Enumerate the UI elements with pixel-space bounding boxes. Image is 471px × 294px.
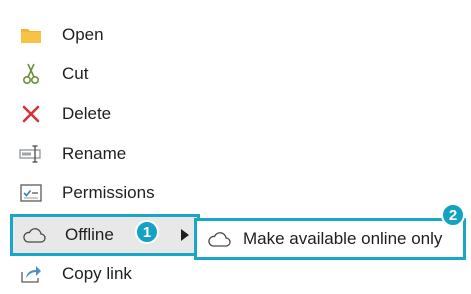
rename-icon (19, 142, 43, 166)
callout-badge-2: 2 (441, 203, 465, 227)
scissors-icon (19, 62, 43, 86)
menu-item-rename[interactable]: Rename (8, 134, 194, 174)
share-link-icon (19, 262, 43, 286)
menu-item-permissions[interactable]: Permissions (8, 173, 194, 213)
context-menu: Open Cut Delete Rename Permissions Offli… (8, 0, 200, 294)
menu-item-cut[interactable]: Cut (8, 54, 194, 94)
offline-submenu: Make available online only (194, 218, 466, 260)
menu-item-label: Rename (62, 144, 127, 163)
cloud-icon (207, 227, 231, 251)
menu-item-label: Open (62, 25, 104, 44)
menu-item-label: Copy link (62, 264, 132, 283)
submenu-item-make-online-only[interactable]: Make available online only (243, 229, 442, 249)
menu-item-offline[interactable]: Offline (10, 214, 200, 256)
delete-x-icon (19, 102, 43, 126)
cloud-icon (22, 223, 46, 247)
callout-badge-1: 1 (135, 220, 159, 244)
folder-icon (19, 23, 43, 47)
menu-item-open[interactable]: Open (8, 15, 194, 55)
menu-item-copy-link[interactable]: Copy link (8, 254, 194, 294)
menu-item-label: Offline (65, 225, 114, 244)
permissions-icon (19, 181, 43, 205)
submenu-arrow-icon (181, 229, 189, 241)
menu-item-label: Delete (62, 104, 112, 123)
menu-item-label: Cut (62, 64, 89, 83)
menu-item-label: Permissions (62, 183, 155, 202)
menu-item-delete[interactable]: Delete (8, 94, 194, 134)
